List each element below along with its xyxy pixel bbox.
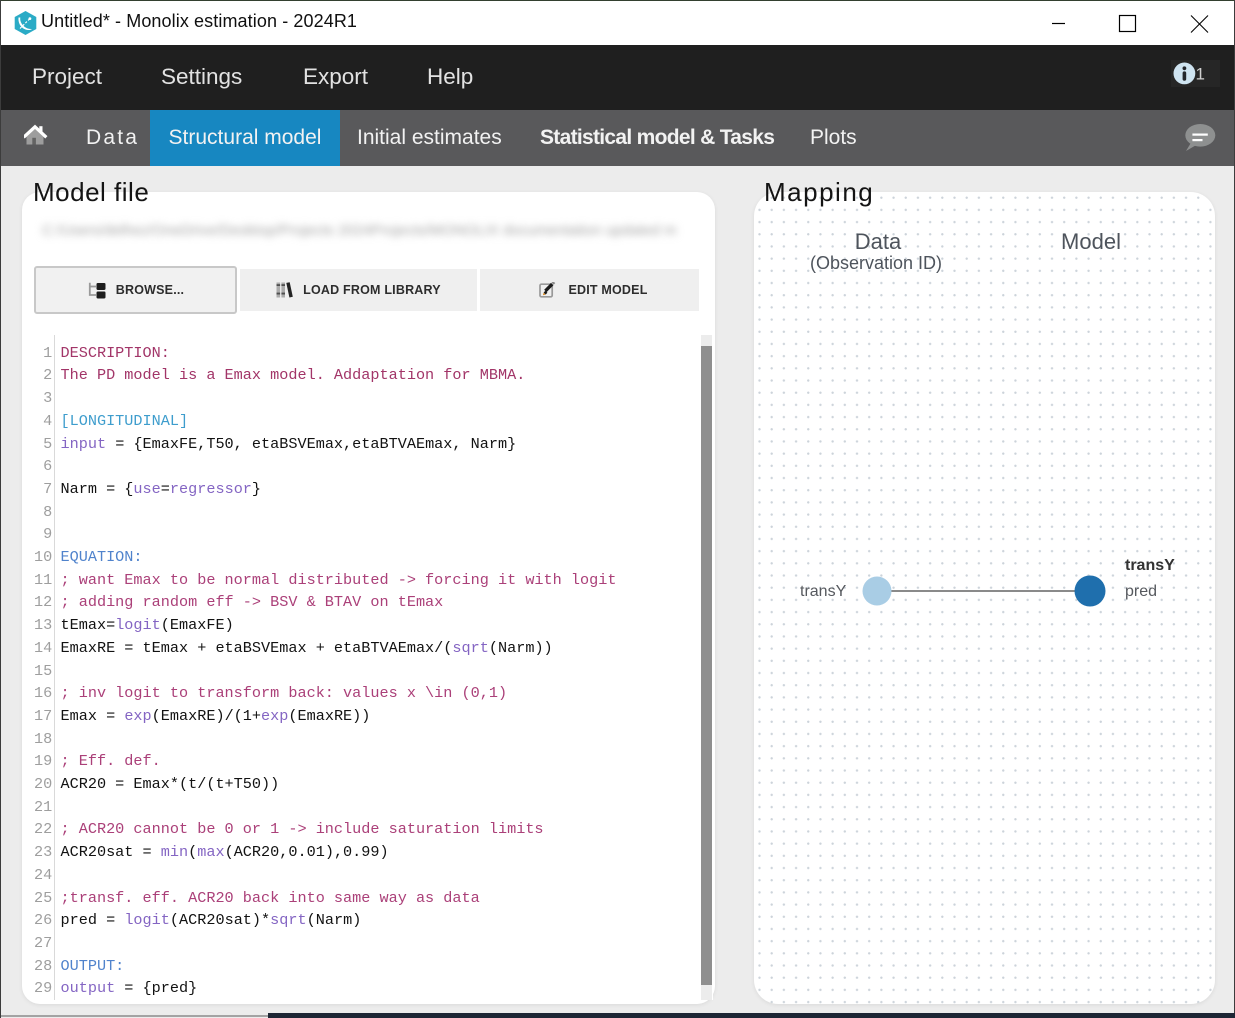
svg-text:1: 1 xyxy=(1196,65,1205,84)
